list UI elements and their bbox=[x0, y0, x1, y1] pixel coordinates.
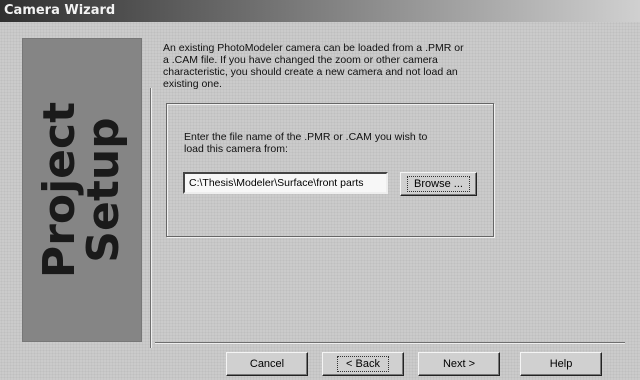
window-title: Camera Wizard bbox=[4, 3, 116, 18]
next-button[interactable]: Next > bbox=[418, 352, 500, 376]
title-bar[interactable]: Camera Wizard bbox=[0, 0, 640, 22]
help-button-label: Help bbox=[549, 358, 573, 370]
banner-line-1: Project bbox=[34, 101, 85, 279]
next-button-label: Next > bbox=[442, 358, 476, 370]
vertical-divider bbox=[150, 88, 152, 348]
cancel-button-label: Cancel bbox=[249, 358, 285, 370]
file-groupbox bbox=[166, 103, 494, 237]
cancel-button[interactable]: Cancel bbox=[226, 352, 308, 376]
back-button-label: < Back bbox=[337, 356, 389, 372]
button-divider bbox=[155, 342, 625, 344]
camera-file-input[interactable] bbox=[183, 172, 388, 194]
back-button[interactable]: < Back bbox=[322, 352, 404, 376]
banner-line-2: Setup bbox=[78, 117, 129, 263]
browse-button[interactable]: Browse ... bbox=[400, 172, 477, 196]
intro-text: An existing PhotoModeler camera can be l… bbox=[163, 42, 464, 90]
banner-text: Project Setup bbox=[34, 101, 129, 279]
browse-button-label: Browse ... bbox=[407, 176, 470, 192]
help-button[interactable]: Help bbox=[520, 352, 602, 376]
file-prompt: Enter the file name of the .PMR or .CAM … bbox=[184, 131, 428, 155]
project-setup-banner: Project Setup bbox=[22, 38, 142, 342]
